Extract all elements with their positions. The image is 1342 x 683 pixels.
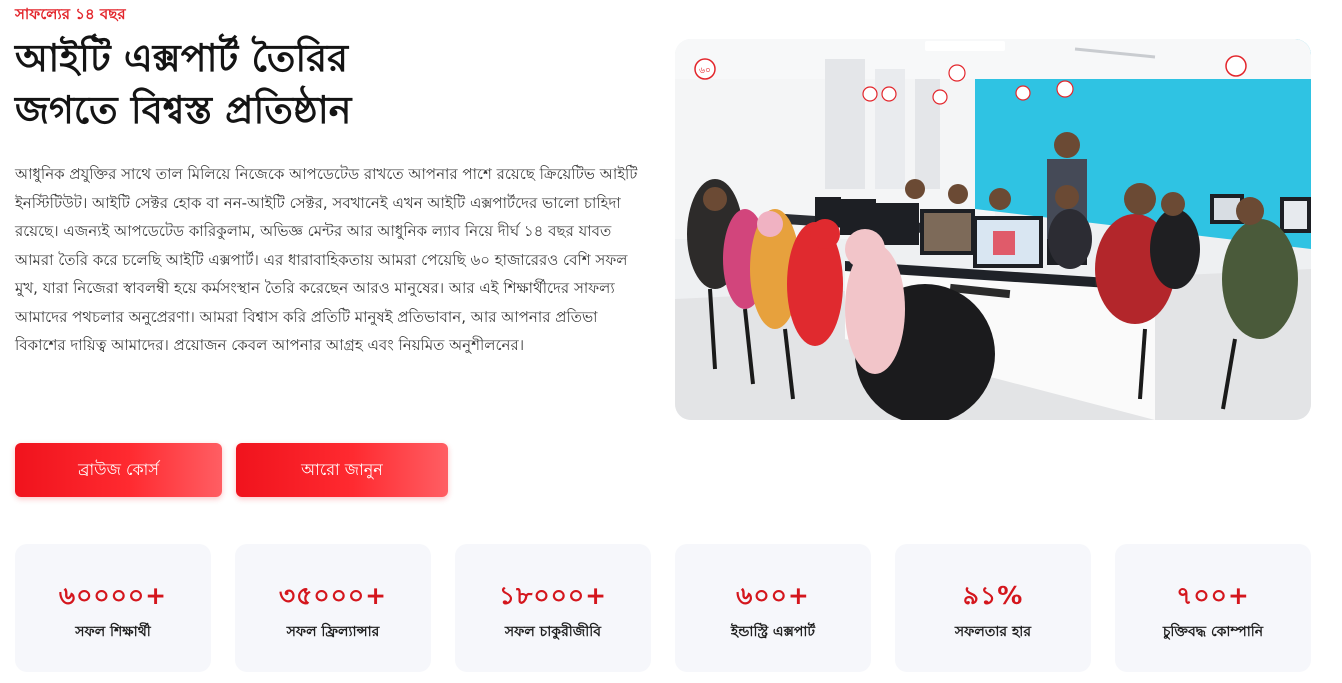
browse-courses-button[interactable]: ব্রাউজ কোর্স: [15, 443, 222, 497]
stat-value: ৬০০+: [736, 581, 810, 610]
stat-card-freelancers: ৩৫০০০+ সফল ফ্রিল্যান্সার: [235, 544, 431, 672]
stat-card-students: ৬০০০০+ সফল শিক্ষার্থী: [15, 544, 211, 672]
title-line-1: আইটি এক্সপার্ট তৈরির: [15, 36, 349, 80]
hero-eyebrow: সাফল্যের ১৪ বছর: [15, 5, 126, 23]
title-line-2: জগতে বিশ্বস্ত প্রতিষ্ঠান: [15, 88, 352, 132]
hero-description: আধুনিক প্রযুক্তির সাথে তাল মিলিয়ে নিজেক…: [15, 165, 638, 354]
stat-value: ৬০০০০+: [58, 581, 168, 610]
stat-label: সফল ফ্রিল্যান্সার: [286, 624, 380, 640]
badge-label: ৬০: [699, 66, 711, 76]
page-title: আইটি এক্সপার্ট তৈরির জগতে বিশ্বস্ত প্রতি…: [15, 32, 635, 136]
learn-more-button[interactable]: আরো জানুন: [236, 443, 448, 497]
stat-label: সফল শিক্ষার্থী: [75, 624, 151, 640]
stat-label: সফল চাকুরীজীবি: [504, 624, 602, 640]
stat-label: সফলতার হার: [954, 624, 1032, 640]
stat-label: চুক্তিবদ্ধ কোম্পানি: [1162, 624, 1264, 640]
stat-value: ১৮০০০+: [498, 581, 608, 610]
stat-card-experts: ৬০০+ ইন্ডাস্ট্রি এক্সপার্ট: [675, 544, 871, 672]
stat-card-employed: ১৮০০০+ সফল চাকুরীজীবি: [455, 544, 651, 672]
classroom-photo: ৬০: [675, 39, 1311, 420]
stat-card-success-rate: ৯১% সফলতার হার: [895, 544, 1091, 672]
stat-value: ৩৫০০০+: [278, 581, 388, 610]
stat-value: ৯১%: [962, 581, 1024, 610]
stat-label: ইন্ডাস্ট্রি এক্সপার্ট: [730, 624, 816, 640]
stat-value: ৭০০+: [1176, 581, 1250, 610]
stat-card-companies: ৭০০+ চুক্তিবদ্ধ কোম্পানি: [1115, 544, 1311, 672]
